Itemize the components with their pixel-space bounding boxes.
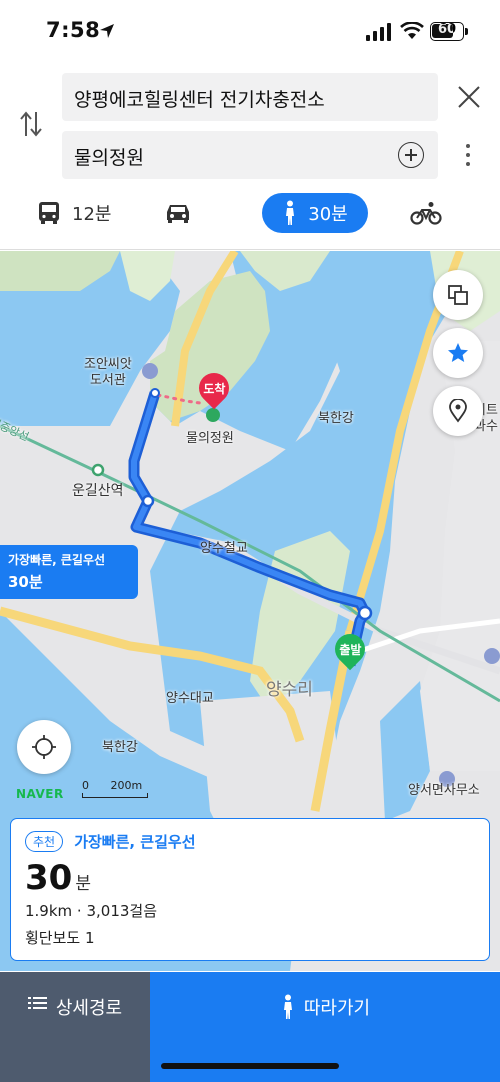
favorites-button[interactable] xyxy=(433,328,483,378)
tab-walk[interactable]: 30분 xyxy=(262,193,368,233)
route-callout[interactable]: 가장빠른, 큰길우선 30분 xyxy=(0,545,138,599)
list-icon xyxy=(27,997,47,1009)
follow-route-label: 따라가기 xyxy=(303,998,371,1019)
bicycle-icon xyxy=(410,202,442,225)
duration-value: 30 xyxy=(25,858,73,898)
departure-marker-label: 출발 xyxy=(338,642,362,657)
departure-marker[interactable]: 출발 xyxy=(328,627,372,671)
destination-text: 물의정원 xyxy=(74,147,144,169)
station-label: 운길산역 xyxy=(72,483,124,499)
origin-field[interactable]: 양평에코힐링센터 전기차충전소 xyxy=(62,73,438,121)
cellular-signal-icon xyxy=(366,23,391,41)
car-icon xyxy=(167,205,189,223)
map-scale: 0 200m xyxy=(82,779,148,798)
battery-icon: 60 xyxy=(430,22,464,41)
office-label: 양서면사무소 xyxy=(408,783,480,798)
recommended-badge: 추천 xyxy=(25,831,64,852)
route-crosswalks: 횡단보도 1 xyxy=(25,929,95,947)
crosshair-icon xyxy=(32,735,56,759)
wifi-icon xyxy=(400,22,424,39)
layers-button[interactable] xyxy=(433,270,483,320)
travel-mode-tabs: 12분 30분 xyxy=(0,193,500,237)
route-duration: 30 분 xyxy=(25,858,475,898)
scale-distance: 200m xyxy=(110,779,143,792)
place-button[interactable] xyxy=(433,386,483,436)
add-waypoint-button[interactable] xyxy=(398,142,424,168)
battery-level: 60 xyxy=(437,22,457,37)
walking-person-icon xyxy=(286,200,295,225)
river-label-south: 북한강 xyxy=(102,740,138,755)
bus-icon xyxy=(39,202,59,224)
tab-bike[interactable] xyxy=(410,193,442,233)
road-bridge-label: 양수대교 xyxy=(166,691,214,706)
walking-person-icon xyxy=(283,994,292,1019)
route-name: 가장빠른, 큰길우선 xyxy=(74,833,196,851)
callout-title: 가장빠른, 큰길우선 xyxy=(8,553,106,567)
layers-icon xyxy=(448,285,468,305)
location-arrow-icon xyxy=(100,24,114,38)
tab-transit[interactable]: 12분 xyxy=(38,193,111,233)
swap-icon[interactable] xyxy=(18,108,44,140)
tab-car[interactable] xyxy=(164,193,192,233)
callout-time: 30분 xyxy=(8,573,43,591)
arrival-marker-label: 도착 xyxy=(202,381,226,396)
more-options-icon[interactable] xyxy=(466,144,470,171)
route-search-panel: 양평에코힐링센터 전기차충전소 물의정원 12분 30분 xyxy=(0,62,500,250)
route-detail-label: 상세경로 xyxy=(55,998,123,1019)
transit-time: 12분 xyxy=(72,204,112,225)
scale-zero: 0 xyxy=(82,779,89,792)
current-location-button[interactable] xyxy=(17,720,71,774)
district-label: 양수리 xyxy=(266,680,313,700)
route-detail-button[interactable]: 상세경로 xyxy=(0,972,150,1082)
destination-poi-label: 물의정원 xyxy=(186,431,234,446)
naver-logo: NAVER xyxy=(16,787,64,801)
river-label-north: 북한강 xyxy=(318,411,354,426)
arrival-marker[interactable]: 도착 xyxy=(192,366,236,410)
close-icon[interactable] xyxy=(456,84,482,110)
library-label: 조안씨앗 도서관 xyxy=(84,357,132,388)
destination-field[interactable]: 물의정원 xyxy=(62,131,438,179)
walk-time: 30분 xyxy=(308,204,348,225)
duration-unit: 분 xyxy=(75,874,91,894)
status-time: 7:58 xyxy=(46,18,101,42)
map-pin-icon xyxy=(449,399,467,423)
star-icon xyxy=(448,343,468,362)
status-bar: 7:58 60 xyxy=(0,0,500,62)
home-indicator[interactable] xyxy=(161,1063,339,1069)
rail-bridge-label: 양수철교 xyxy=(200,541,248,556)
route-distance: 1.9km · 3,013걸음 xyxy=(25,902,157,920)
route-card[interactable]: 추천 가장빠른, 큰길우선 30 분 1.9km · 3,013걸음 횡단보도 1 xyxy=(10,818,490,961)
